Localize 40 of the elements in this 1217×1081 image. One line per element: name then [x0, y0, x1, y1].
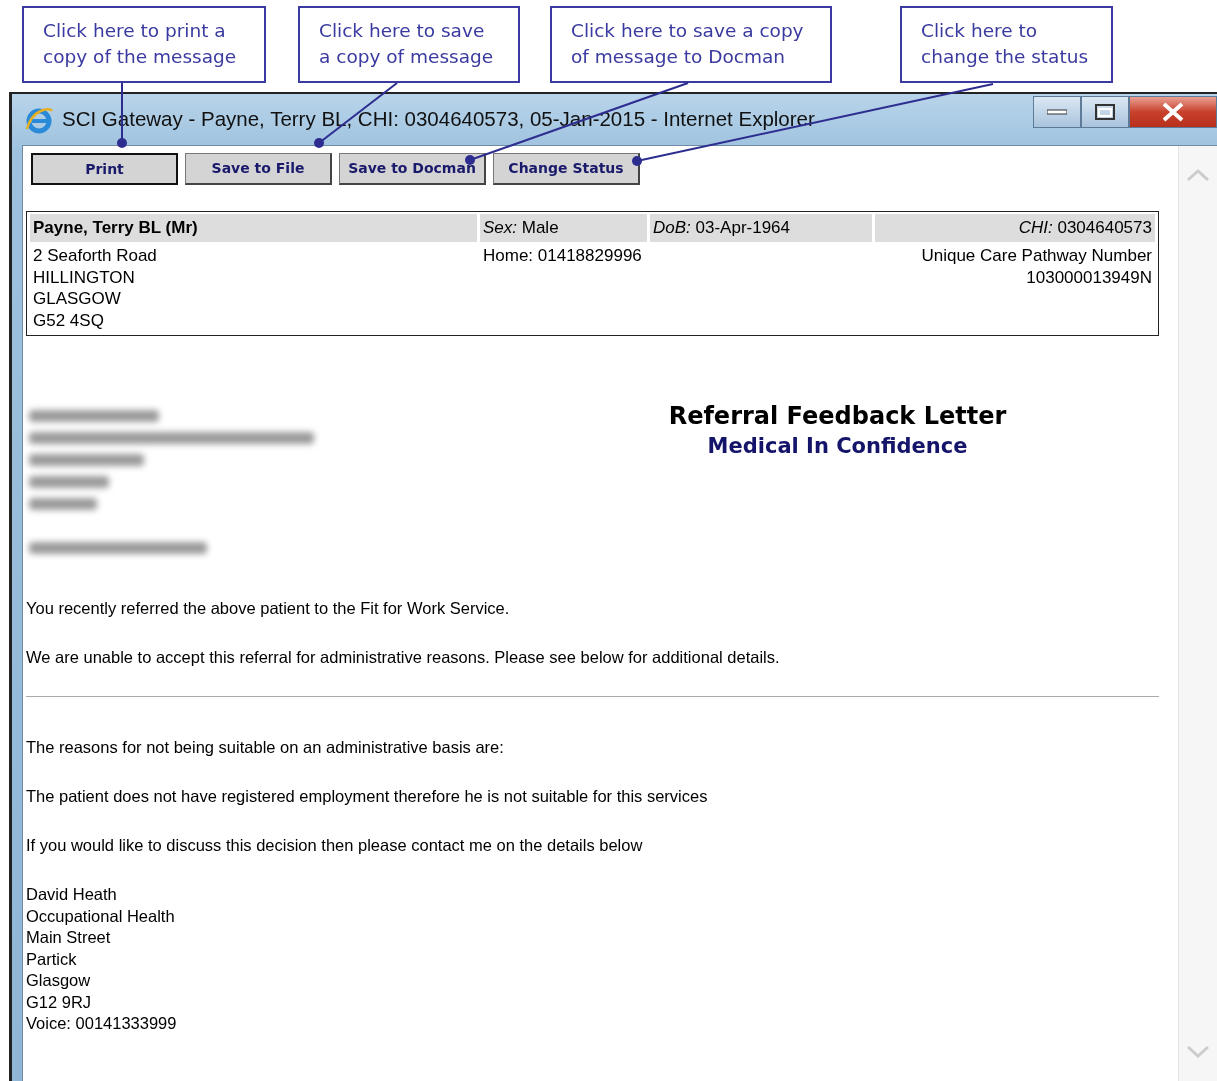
- address-line: HILLINGTON: [33, 266, 135, 288]
- close-icon: [1161, 102, 1185, 122]
- maximize-button[interactable]: [1081, 96, 1129, 128]
- patient-dob: DoB: 03-Apr-1964: [650, 214, 872, 242]
- signature-line: Main Street: [26, 927, 111, 948]
- toolbar-button[interactable]: Save to Docman: [339, 153, 486, 185]
- callout-box: Click here to change the status: [900, 6, 1113, 83]
- pathway-number: 103000013949N: [1026, 266, 1152, 288]
- toolbar-button[interactable]: Change Status: [493, 153, 640, 185]
- maximize-icon: [1095, 104, 1115, 120]
- address-line: 2 Seaforth Road: [33, 245, 157, 267]
- signature-line: Partick: [26, 948, 77, 970]
- toolbar-button[interactable]: Save to File: [185, 153, 332, 185]
- callout-box: Click here to save a copy of message to Docman: [550, 6, 832, 83]
- signature-line: Occupational Health: [26, 905, 175, 927]
- letter-subtitle: Medical In Confidence: [706, 433, 969, 460]
- address-line: GLASGOW: [33, 288, 121, 310]
- signature-line: David Heath: [26, 884, 117, 905]
- blurred-text: [29, 498, 97, 510]
- toolbar-button[interactable]: Print: [31, 153, 178, 185]
- letter-paragraph: The reasons for not being suitable on an administrative basis are:: [26, 737, 504, 758]
- signature-line: Glasgow: [26, 970, 91, 991]
- address-line: G52 4SQ: [33, 309, 104, 331]
- patient-sex: Sex: Male: [480, 214, 647, 242]
- signature-line: Voice: 00141333999: [26, 1013, 177, 1034]
- letter-paragraph: The patient does not have registered employment therefore he is not suitable for this services: [26, 786, 708, 807]
- patient-chi: CHI: 0304640573: [875, 214, 1155, 242]
- callout-box: Click here to print a copy of the message: [22, 6, 266, 83]
- letter-paragraph: If you would like to discuss this decision then please contact me on the details below: [26, 835, 643, 856]
- patient-name: Payne, Terry BL (Mr): [30, 214, 477, 242]
- minimize-button[interactable]: [1033, 96, 1081, 128]
- pathway-label: Unique Care Pathway Number: [921, 245, 1152, 267]
- callout-box: Click here to save a copy of message: [298, 6, 520, 83]
- letter-title: Referral Feedback Letter: [667, 401, 1008, 432]
- minimize-icon: [1047, 109, 1067, 115]
- signature-line: G12 9RJ: [26, 991, 92, 1013]
- letter-paragraph: We are unable to accept this referral for administrative reasons. Please see below for additional details.: [26, 647, 780, 668]
- home-phone: Home: 01418829996: [483, 246, 642, 265]
- close-button[interactable]: [1129, 96, 1217, 128]
- letter-paragraph: You recently referred the above patient to the Fit for Work Service.: [26, 598, 510, 619]
